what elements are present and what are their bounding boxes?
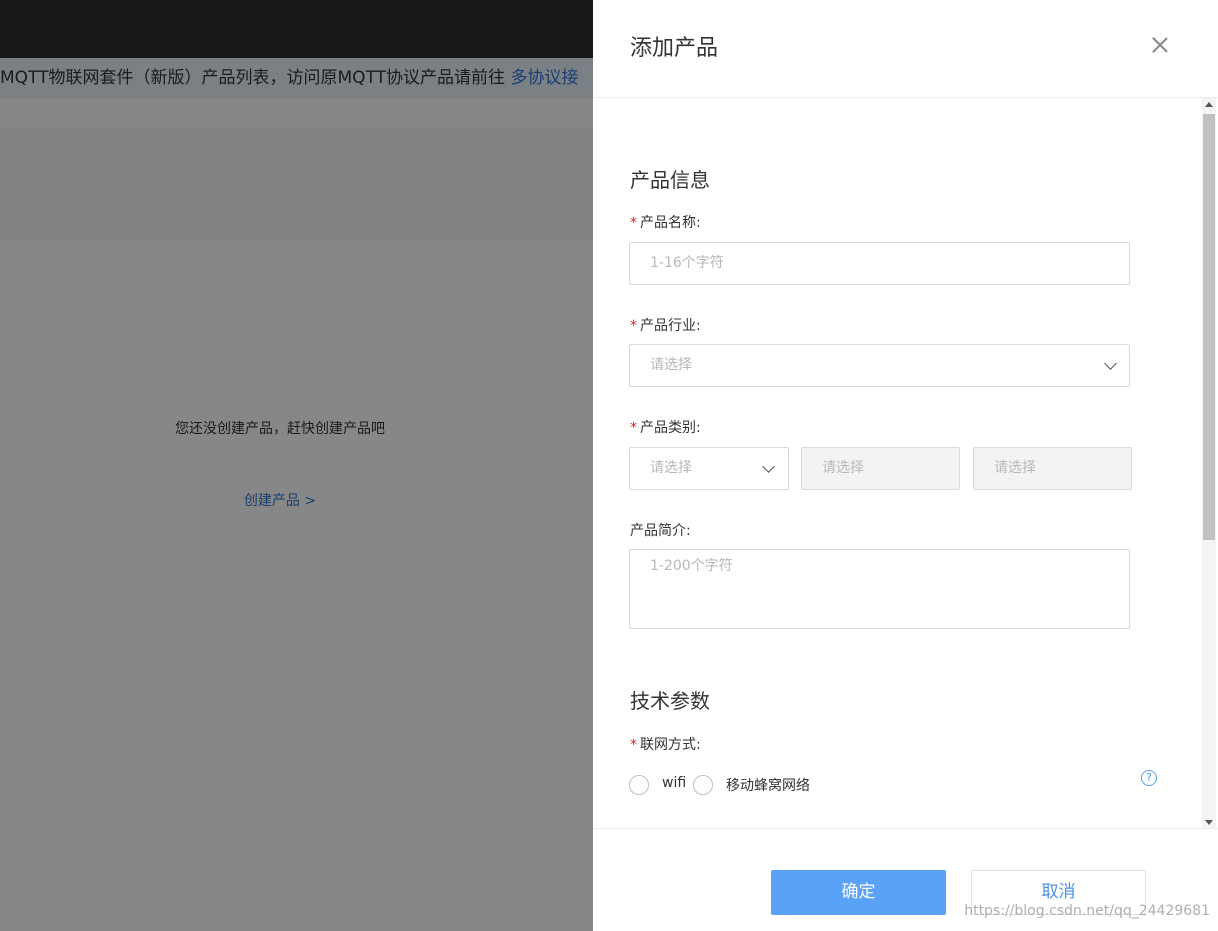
scroll-up-arrow-icon[interactable] [1205, 102, 1213, 107]
scrollbar[interactable] [1202, 98, 1216, 828]
required-mark: * [630, 318, 637, 334]
required-mark: * [630, 420, 637, 436]
required-mark: * [630, 215, 637, 231]
confirm-button[interactable]: 确定 [771, 870, 946, 915]
category-select-3: 请选择 [973, 447, 1132, 490]
drawer-body: 产品信息 * 产品名称: 1-16个字符 * 产品行业: 请选择 * 产品类别: 请选… [593, 98, 1218, 829]
radio-wifi-label[interactable]: wifi [662, 775, 686, 791]
radio-wifi[interactable] [629, 775, 649, 795]
product-industry-label-text: 产品行业: [640, 318, 701, 334]
product-name-input[interactable]: 1-16个字符 [629, 242, 1130, 285]
scroll-thumb[interactable] [1203, 114, 1215, 540]
radio-cellular-label[interactable]: 移动蜂窝网络 [726, 775, 810, 795]
scroll-down-arrow-icon[interactable] [1205, 820, 1213, 825]
product-category-label-text: 产品类别: [640, 420, 701, 436]
network-label-text: 联网方式: [640, 737, 701, 753]
required-mark: * [630, 737, 637, 753]
product-category-label: * 产品类别: [630, 417, 701, 437]
product-name-label: * 产品名称: [630, 212, 701, 232]
add-product-drawer: 添加产品 产品信息 * 产品名称: 1-16个字符 * 产品行业: 请选择 * 产品类… [593, 0, 1218, 931]
category-select-2: 请选择 [801, 447, 960, 490]
chevron-down-icon [762, 460, 775, 473]
radio-cellular[interactable] [693, 775, 713, 795]
section-title-info: 产品信息 [630, 168, 710, 192]
help-icon[interactable]: ? [1141, 770, 1157, 786]
drawer-title: 添加产品 [630, 36, 719, 61]
category-select-1[interactable]: 请选择 [629, 447, 789, 490]
section-title-tech: 技术参数 [630, 689, 710, 713]
watermark-text: https://blog.csdn.net/qq_24429681 [964, 903, 1210, 919]
product-industry-label: * 产品行业: [630, 315, 701, 335]
chevron-down-icon [1104, 357, 1117, 370]
industry-placeholder: 请选择 [650, 357, 692, 373]
product-industry-select[interactable]: 请选择 [629, 344, 1130, 387]
network-label: * 联网方式: [630, 734, 701, 754]
category-placeholder-1: 请选择 [650, 460, 692, 476]
product-intro-label: 产品简介: [630, 523, 691, 539]
product-name-label-text: 产品名称: [640, 215, 701, 231]
drawer-header: 添加产品 [593, 0, 1218, 98]
close-icon[interactable] [1150, 35, 1170, 55]
product-intro-textarea[interactable]: 1-200个字符 [629, 549, 1130, 629]
